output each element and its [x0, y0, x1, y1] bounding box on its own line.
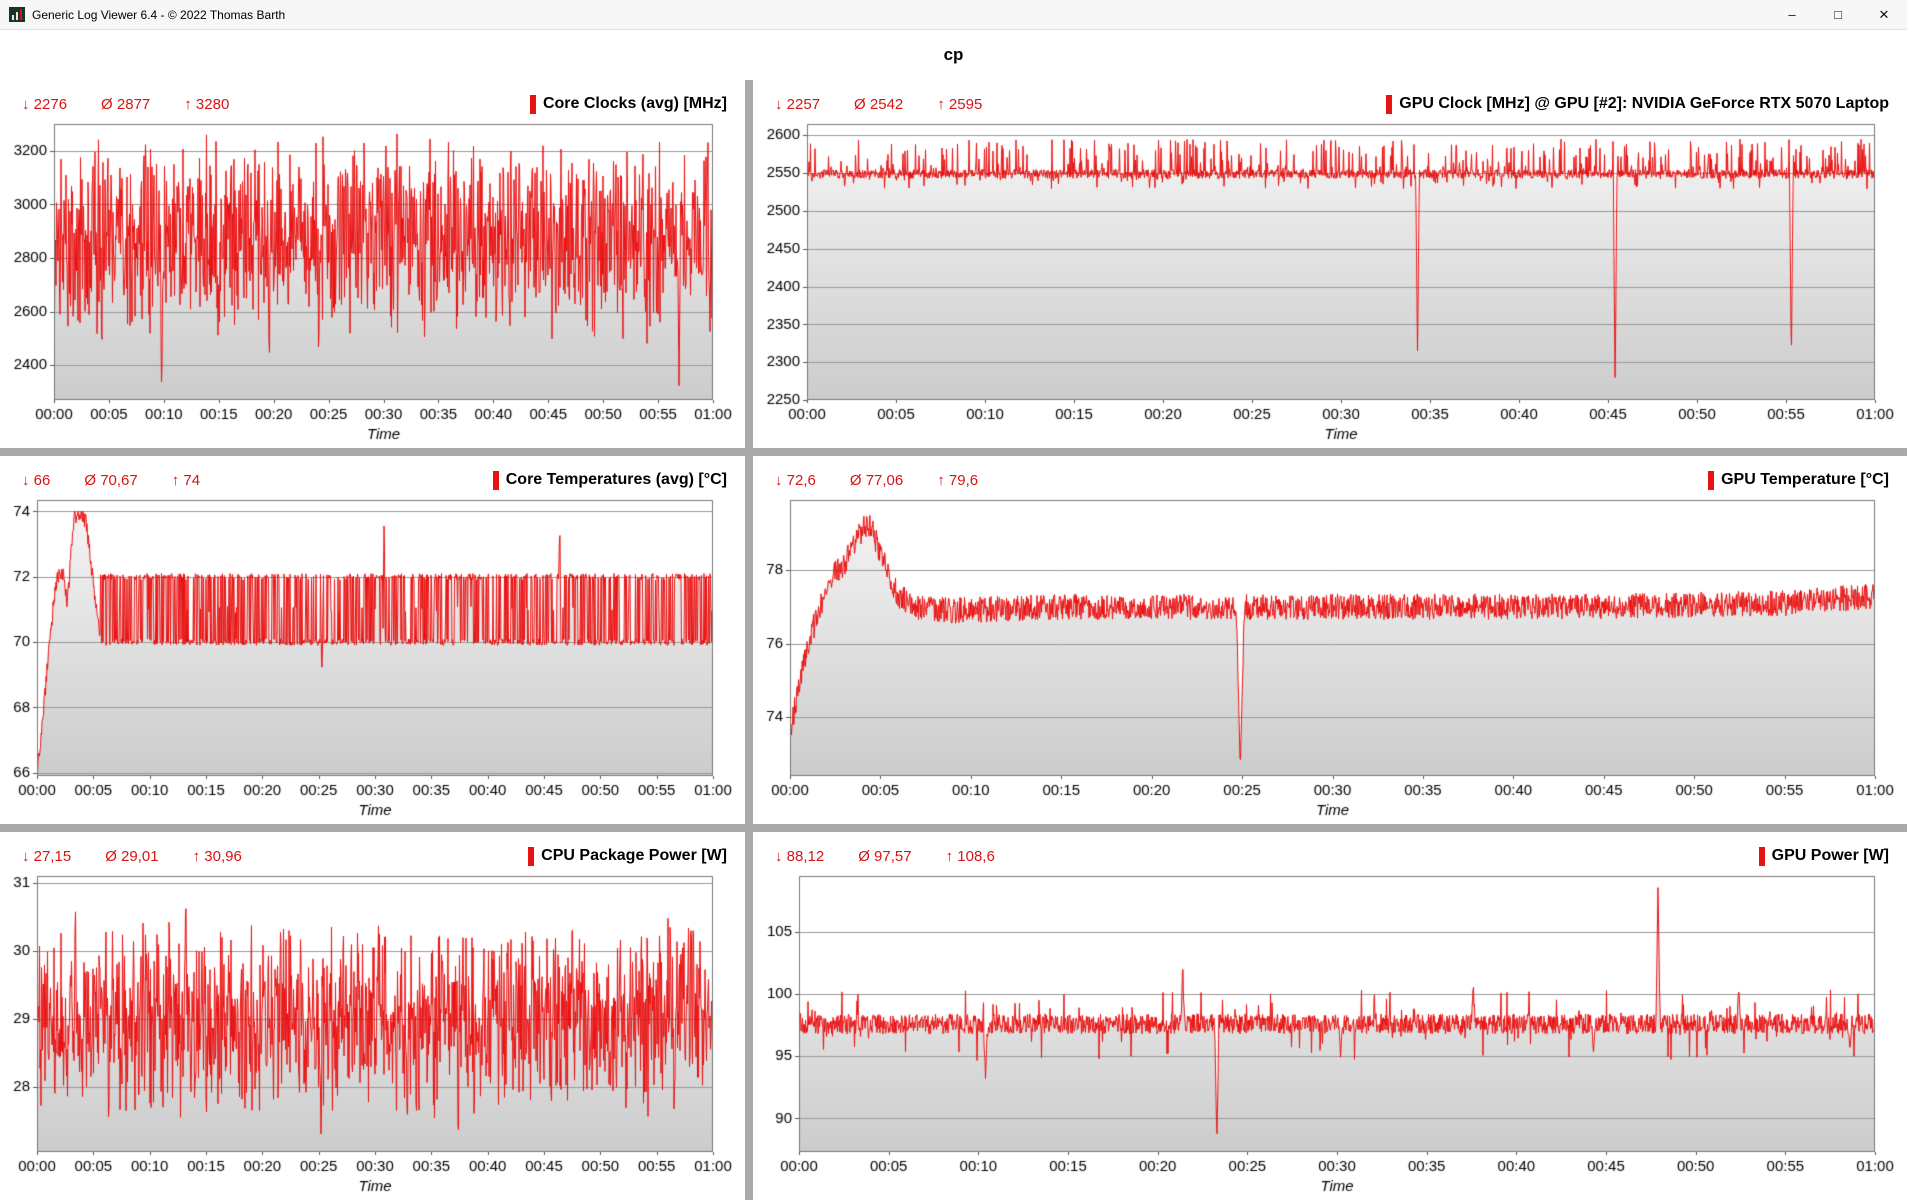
legend-color-bar: [492, 470, 499, 490]
chart-title: GPU Clock [MHz] @ GPU [#2]: NVIDIA GeFor…: [1399, 95, 1889, 112]
stat-min: ↓ 88,12: [775, 847, 825, 865]
chart-panel-cpu-package-power: ↓ 27,15 Ø 29,01 ↑ 30,96 CPU Package Powe…: [0, 832, 745, 1200]
stat-min: ↓ 27,15: [22, 847, 72, 865]
stat-avg: Ø 2542: [854, 95, 904, 113]
window-controls: – □ ✕: [1769, 0, 1907, 29]
chart-stats: ↓ 66 Ø 70,67 ↑ 74: [22, 472, 200, 489]
chart-legend: Core Clocks (avg) [MHz]: [529, 94, 727, 114]
chart-stats: ↓ 27,15 Ø 29,01 ↑ 30,96: [22, 848, 242, 865]
file-header: cp: [0, 30, 1907, 80]
chart-stats: ↓ 2257 Ø 2542 ↑ 2595: [775, 96, 982, 113]
close-button[interactable]: ✕: [1861, 0, 1907, 29]
plot-canvas-gpu-clock[interactable]: [759, 118, 1899, 446]
chart-title: Core Temperatures (avg) [°C]: [505, 471, 727, 488]
stat-max: ↑ 30,96: [192, 847, 242, 865]
log-file-name: cp: [943, 45, 964, 64]
chart-header: ↓ 66 Ø 70,67 ↑ 74 Core Temperatures (avg…: [6, 464, 737, 494]
stat-min: ↓ 2276: [22, 95, 68, 113]
legend-color-bar: [1708, 470, 1715, 490]
chart-title: GPU Power [W]: [1771, 847, 1889, 864]
maximize-button[interactable]: □: [1815, 0, 1861, 29]
app-icon: [9, 7, 25, 22]
chart-panel-gpu-power: ↓ 88,12 Ø 97,57 ↑ 108,6 GPU Power [W]: [753, 832, 1907, 1200]
chart-header: ↓ 72,6 Ø 77,06 ↑ 79,6 GPU Temperature [°…: [759, 464, 1899, 494]
plot-canvas-cpu-package-power[interactable]: [6, 870, 737, 1198]
stat-max: ↑ 2595: [937, 95, 983, 113]
window-titlebar: Generic Log Viewer 6.4 - © 2022 Thomas B…: [0, 0, 1907, 30]
chart-legend: GPU Clock [MHz] @ GPU [#2]: NVIDIA GeFor…: [1386, 94, 1889, 114]
plot-canvas-gpu-temperature[interactable]: [759, 494, 1899, 822]
chart-title: CPU Package Power [W]: [541, 847, 727, 864]
chart-header: ↓ 2276 Ø 2877 ↑ 3280 Core Clocks (avg) […: [6, 88, 737, 118]
chart-header: ↓ 2257 Ø 2542 ↑ 2595 GPU Clock [MHz] @ G…: [759, 88, 1899, 118]
chart-header: ↓ 27,15 Ø 29,01 ↑ 30,96 CPU Package Powe…: [6, 840, 737, 870]
chart-panel-gpu-clock: ↓ 2257 Ø 2542 ↑ 2595 GPU Clock [MHz] @ G…: [753, 80, 1907, 448]
chart-legend: Core Temperatures (avg) [°C]: [492, 470, 727, 490]
stat-avg: Ø 77,06: [849, 471, 904, 489]
stat-avg: Ø 29,01: [105, 847, 159, 865]
plot-canvas-core-clocks[interactable]: [6, 118, 737, 446]
stat-avg: Ø 70,67: [84, 471, 138, 489]
chart-panel-core-temperatures: ↓ 66 Ø 70,67 ↑ 74 Core Temperatures (avg…: [0, 456, 745, 824]
plot-canvas-gpu-power[interactable]: [759, 870, 1899, 1198]
legend-color-bar: [529, 94, 536, 114]
legend-color-bar: [1758, 846, 1765, 866]
chart-title: Core Clocks (avg) [MHz]: [542, 95, 727, 112]
plot-canvas-core-temperatures[interactable]: [6, 494, 737, 822]
stat-max: ↑ 74: [171, 471, 201, 489]
chart-legend: GPU Power [W]: [1758, 846, 1889, 866]
chart-header: ↓ 88,12 Ø 97,57 ↑ 108,6 GPU Power [W]: [759, 840, 1899, 870]
legend-color-bar: [528, 846, 535, 866]
stat-max: ↑ 3280: [184, 95, 230, 113]
stat-avg: Ø 97,57: [858, 847, 912, 865]
chart-panel-gpu-temperature: ↓ 72,6 Ø 77,06 ↑ 79,6 GPU Temperature [°…: [753, 456, 1907, 824]
chart-legend: GPU Temperature [°C]: [1708, 470, 1889, 490]
chart-stats: ↓ 2276 Ø 2877 ↑ 3280: [22, 96, 229, 113]
chart-panel-core-clocks: ↓ 2276 Ø 2877 ↑ 3280 Core Clocks (avg) […: [0, 80, 745, 448]
charts-grid: ↓ 2276 Ø 2877 ↑ 3280 Core Clocks (avg) […: [0, 80, 1907, 1200]
chart-title: GPU Temperature [°C]: [1721, 471, 1889, 488]
stat-max: ↑ 79,6: [937, 471, 979, 489]
legend-color-bar: [1386, 94, 1393, 114]
stat-min: ↓ 66: [22, 471, 51, 489]
stat-avg: Ø 2877: [101, 95, 151, 113]
chart-stats: ↓ 88,12 Ø 97,57 ↑ 108,6: [775, 848, 995, 865]
stat-min: ↓ 72,6: [775, 471, 816, 489]
minimize-button[interactable]: –: [1769, 0, 1815, 29]
stat-min: ↓ 2257: [775, 95, 821, 113]
chart-legend: CPU Package Power [W]: [528, 846, 727, 866]
stat-max: ↑ 108,6: [945, 847, 995, 865]
window-title: Generic Log Viewer 6.4 - © 2022 Thomas B…: [32, 7, 286, 22]
chart-stats: ↓ 72,6 Ø 77,06 ↑ 79,6: [775, 472, 978, 489]
